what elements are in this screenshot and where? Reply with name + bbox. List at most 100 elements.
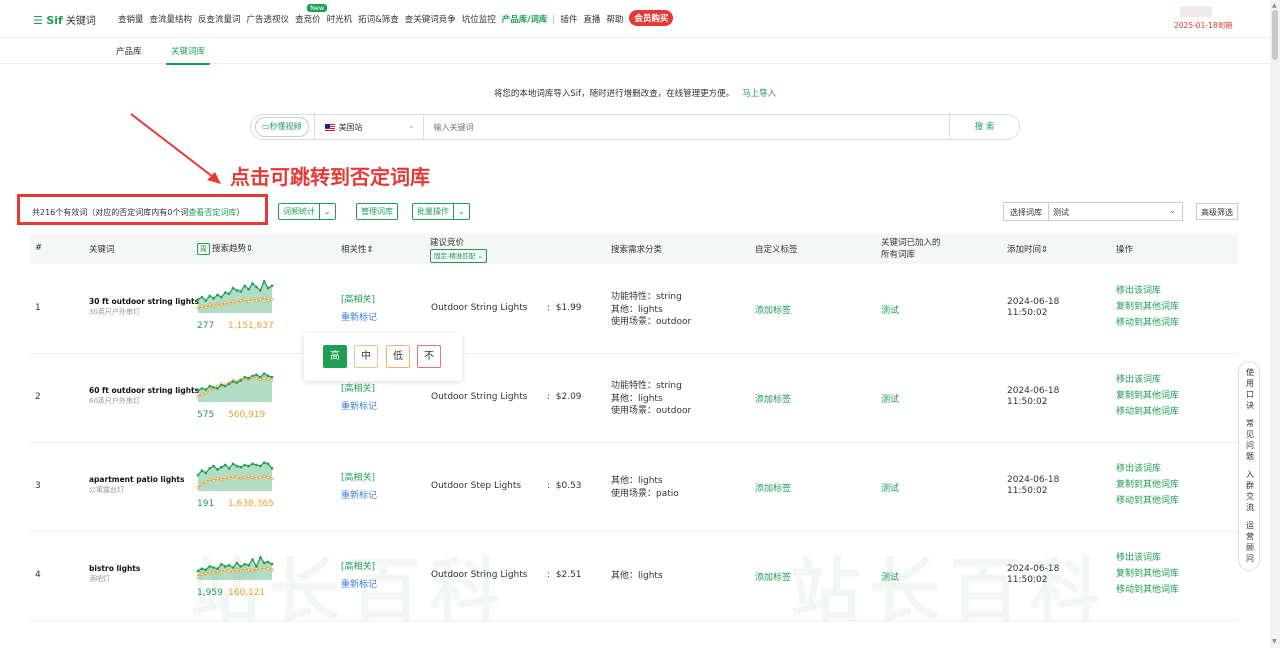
country-select[interactable]: 美国站 ⌄ xyxy=(313,115,424,139)
keyword-cell[interactable]: bistro lights 酒吧灯 xyxy=(89,564,140,584)
trend-sparkline[interactable] xyxy=(196,368,276,404)
col-relevance[interactable]: 相关性⇕ xyxy=(341,243,374,255)
nav-item-1[interactable]: 查流量结构 xyxy=(150,13,193,26)
scroll-thumb[interactable] xyxy=(1272,10,1278,60)
keyword-cell[interactable]: 60 ft outdoor string lights 60英尺户外串灯 xyxy=(89,386,199,406)
sort-icon[interactable]: ⇕ xyxy=(367,245,374,255)
trend-point-green xyxy=(208,565,211,568)
remove-from-lib-link[interactable]: 移出该词库 xyxy=(1116,464,1179,475)
nav-item-13[interactable]: 会员购买 xyxy=(629,10,674,26)
copy-to-lib-link[interactable]: 复制到其他词库 xyxy=(1116,302,1179,313)
manage-lib-button[interactable]: 管理词库 xyxy=(356,203,398,220)
trend-sparkline[interactable] xyxy=(196,546,276,582)
chevron-down-icon[interactable]: ⌄ xyxy=(319,204,335,219)
move-to-lib-link[interactable]: 移动到其他词库 xyxy=(1116,407,1179,418)
table-row: 1 30 ft outdoor string lights 30英尺户外串灯 2… xyxy=(30,265,1238,354)
sort-icon[interactable]: ⇕ xyxy=(1041,245,1048,255)
avatar[interactable] xyxy=(1180,6,1212,17)
video-button[interactable]: ▭秒懂视频 xyxy=(255,117,309,137)
keyword-cn: 酒吧灯 xyxy=(89,575,110,583)
remark-link[interactable]: 重新标记 xyxy=(341,488,377,501)
keyword-en[interactable]: 30 ft outdoor string lights xyxy=(89,297,199,306)
nav-item-10[interactable]: 插件 xyxy=(560,13,577,26)
tab-keyword-lib[interactable]: 关键词库 xyxy=(166,45,211,65)
scrollbar[interactable]: ▲ ▼ xyxy=(1270,0,1280,648)
keyword-cell[interactable]: apartment patio lights 公寓露台灯 xyxy=(89,475,184,495)
lib-name[interactable]: 测试 xyxy=(881,570,899,583)
nav-item-5[interactable]: 时光机 xyxy=(327,13,353,26)
move-to-lib-link[interactable]: 移动到其他词库 xyxy=(1116,585,1179,596)
trend-period-toggle[interactable]: 周 xyxy=(197,243,210,255)
demand-item: 其他：lights xyxy=(611,571,663,581)
lib-name[interactable]: 测试 xyxy=(881,481,899,494)
add-tag-link[interactable]: 添加标签 xyxy=(755,481,791,494)
usage-tips-link[interactable]: 使用口诀 xyxy=(1246,367,1254,411)
keyword-input[interactable] xyxy=(423,115,949,139)
join-group-link[interactable]: 入群交流 xyxy=(1246,469,1254,513)
keyword-cell[interactable]: 30 ft outdoor string lights 30英尺户外串灯 xyxy=(89,297,199,317)
trend-point-green xyxy=(200,469,204,472)
trend-sparkline[interactable] xyxy=(196,457,276,493)
nav-item-8[interactable]: 坑位监控 xyxy=(462,13,496,26)
faq-link[interactable]: 常见问题 xyxy=(1246,418,1254,462)
add-tag-link[interactable]: 添加标签 xyxy=(755,303,791,316)
trend-sparkline[interactable] xyxy=(196,279,276,315)
remove-from-lib-link[interactable]: 移出该词库 xyxy=(1116,286,1179,297)
col-trend[interactable]: 周搜索趋势⇕ xyxy=(197,242,253,255)
bid-match-select[interactable]: 固定-精准匹配 ⌄ xyxy=(430,249,487,263)
trend-point-green xyxy=(239,290,243,293)
add-tag-link[interactable]: 添加标签 xyxy=(755,570,791,583)
remark-link[interactable]: 重新标记 xyxy=(341,310,377,323)
trend-point-green xyxy=(270,375,274,379)
remark-link[interactable]: 重新标记 xyxy=(341,577,377,590)
batch-ops-button[interactable]: 批量操作 ⌄ xyxy=(412,203,470,220)
trend-point-green xyxy=(200,295,204,299)
keyword-en[interactable]: 60 ft outdoor string lights xyxy=(89,386,199,395)
nav-item-12[interactable]: 帮助 xyxy=(606,13,623,26)
tab-product-lib[interactable]: 产品库 xyxy=(116,45,142,57)
negative-lib-link[interactable]: 查看否定词库 xyxy=(188,208,236,217)
scroll-up-icon[interactable]: ▲ xyxy=(1272,2,1277,9)
chevron-down-icon[interactable]: ⌄ xyxy=(453,204,469,219)
lib-select[interactable]: 选择词库 测试 ⌄ xyxy=(1003,202,1183,221)
nav-item-6[interactable]: 拓词&筛查 xyxy=(358,13,399,26)
nav-item-3[interactable]: 广告透视仪 xyxy=(247,13,290,26)
word-freq-button[interactable]: 词频统计 ⌄ xyxy=(278,203,336,220)
move-to-lib-link[interactable]: 移动到其他词库 xyxy=(1116,496,1179,507)
app-logo[interactable]: ☰ Sif 关键词 xyxy=(33,12,96,27)
lib-name[interactable]: 测试 xyxy=(881,303,899,316)
nav-item-0[interactable]: 查销量 xyxy=(118,13,144,26)
search-button[interactable]: 搜 索 xyxy=(949,115,1019,139)
import-link[interactable]: 马上导入 xyxy=(742,89,776,99)
col-time[interactable]: 添加时间⇕ xyxy=(1007,243,1048,255)
nav-item-4[interactable]: 查竞价 New xyxy=(295,4,328,26)
trend-point-orange xyxy=(262,565,266,570)
nav-item-2[interactable]: 反查流量词 xyxy=(198,13,241,26)
copy-to-lib-link[interactable]: 复制到其他词库 xyxy=(1116,391,1179,402)
trend-point-green xyxy=(262,461,266,464)
lib-name[interactable]: 测试 xyxy=(881,392,899,405)
relevance-high-button[interactable]: 高 xyxy=(323,345,347,368)
keyword-en[interactable]: bistro lights xyxy=(89,564,140,573)
nav-item-9[interactable]: 产品库/词库 xyxy=(502,13,548,26)
relevance-none-button[interactable]: 不 xyxy=(417,345,441,368)
sort-icon[interactable]: ⇕ xyxy=(246,244,253,254)
copy-to-lib-link[interactable]: 复制到其他词库 xyxy=(1116,569,1179,580)
scroll-down-icon[interactable]: ▼ xyxy=(1272,638,1277,645)
consultant-link[interactable]: 运营顾问 xyxy=(1246,520,1254,564)
remove-from-lib-link[interactable]: 移出该词库 xyxy=(1116,553,1179,564)
relevance-mid-button[interactable]: 中 xyxy=(354,345,378,368)
add-tag-link[interactable]: 添加标签 xyxy=(755,392,791,405)
remove-from-lib-link[interactable]: 移出该词库 xyxy=(1116,375,1179,386)
remark-link[interactable]: 重新标记 xyxy=(341,399,377,412)
nav-item-7[interactable]: 查关键词竞争 xyxy=(405,13,456,26)
nav-item-11[interactable]: 直播 xyxy=(583,13,600,26)
copy-to-lib-link[interactable]: 复制到其他词库 xyxy=(1116,480,1179,491)
move-to-lib-link[interactable]: 移动到其他词库 xyxy=(1116,318,1179,329)
lib-select-value[interactable]: 测试 ⌄ xyxy=(1049,203,1182,220)
relevance-low-button[interactable]: 低 xyxy=(386,345,410,368)
trend-point-green xyxy=(227,382,231,386)
advanced-filter-button[interactable]: 高级筛选 xyxy=(1196,203,1238,220)
trend-point-green xyxy=(196,569,200,573)
keyword-en[interactable]: apartment patio lights xyxy=(89,475,184,484)
